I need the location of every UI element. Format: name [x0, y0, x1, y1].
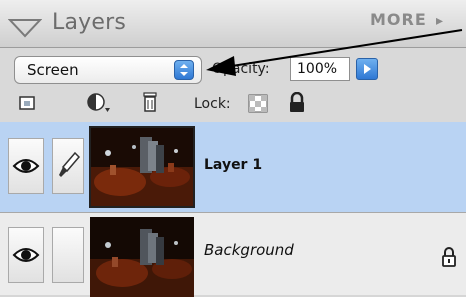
layer-thumbnail[interactable]: [89, 126, 195, 208]
blend-mode-select[interactable]: Screen: [14, 56, 202, 84]
lock-all-icon[interactable]: [287, 92, 307, 114]
opacity-slider-button[interactable]: [356, 58, 378, 80]
layer-link-cell[interactable]: [52, 227, 84, 283]
lock-transparency-icon[interactable]: [248, 94, 270, 114]
adjustment-layer-icon[interactable]: [86, 92, 112, 114]
more-button[interactable]: MORE: [370, 10, 427, 29]
panel-title: Layers: [52, 10, 126, 35]
collapse-triangle-icon[interactable]: [8, 18, 42, 38]
eye-icon: [12, 248, 40, 262]
more-arrow-icon[interactable]: ▸: [436, 13, 443, 29]
new-layer-icon[interactable]: [18, 94, 40, 114]
layer-thumbnail[interactable]: [90, 217, 194, 297]
scene-thumbnail-image: [90, 217, 194, 297]
opacity-value: 100%: [297, 61, 338, 77]
right-triangle-icon: [364, 64, 371, 74]
blend-mode-value: Screen: [27, 61, 79, 79]
brush-icon: [59, 151, 81, 177]
layer-row[interactable]: Background: [0, 213, 466, 297]
blend-mode-stepper[interactable]: [174, 60, 194, 80]
layer-name[interactable]: Background: [204, 241, 294, 259]
opacity-label: Opacity:: [212, 61, 270, 77]
eye-icon: [12, 159, 40, 173]
scene-thumbnail-image: [90, 127, 194, 207]
visibility-toggle[interactable]: [8, 227, 44, 283]
layer-row[interactable]: Layer 1: [0, 122, 466, 213]
visibility-toggle[interactable]: [8, 138, 44, 194]
up-down-arrows-icon: [180, 64, 188, 76]
layer-link-cell[interactable]: [52, 138, 84, 194]
lock-label: Lock:: [194, 96, 231, 112]
trash-icon[interactable]: [140, 91, 160, 115]
layer-lock-icon[interactable]: [440, 246, 458, 268]
layer-name[interactable]: Layer 1: [204, 157, 262, 173]
opacity-field[interactable]: 100%: [290, 57, 350, 81]
